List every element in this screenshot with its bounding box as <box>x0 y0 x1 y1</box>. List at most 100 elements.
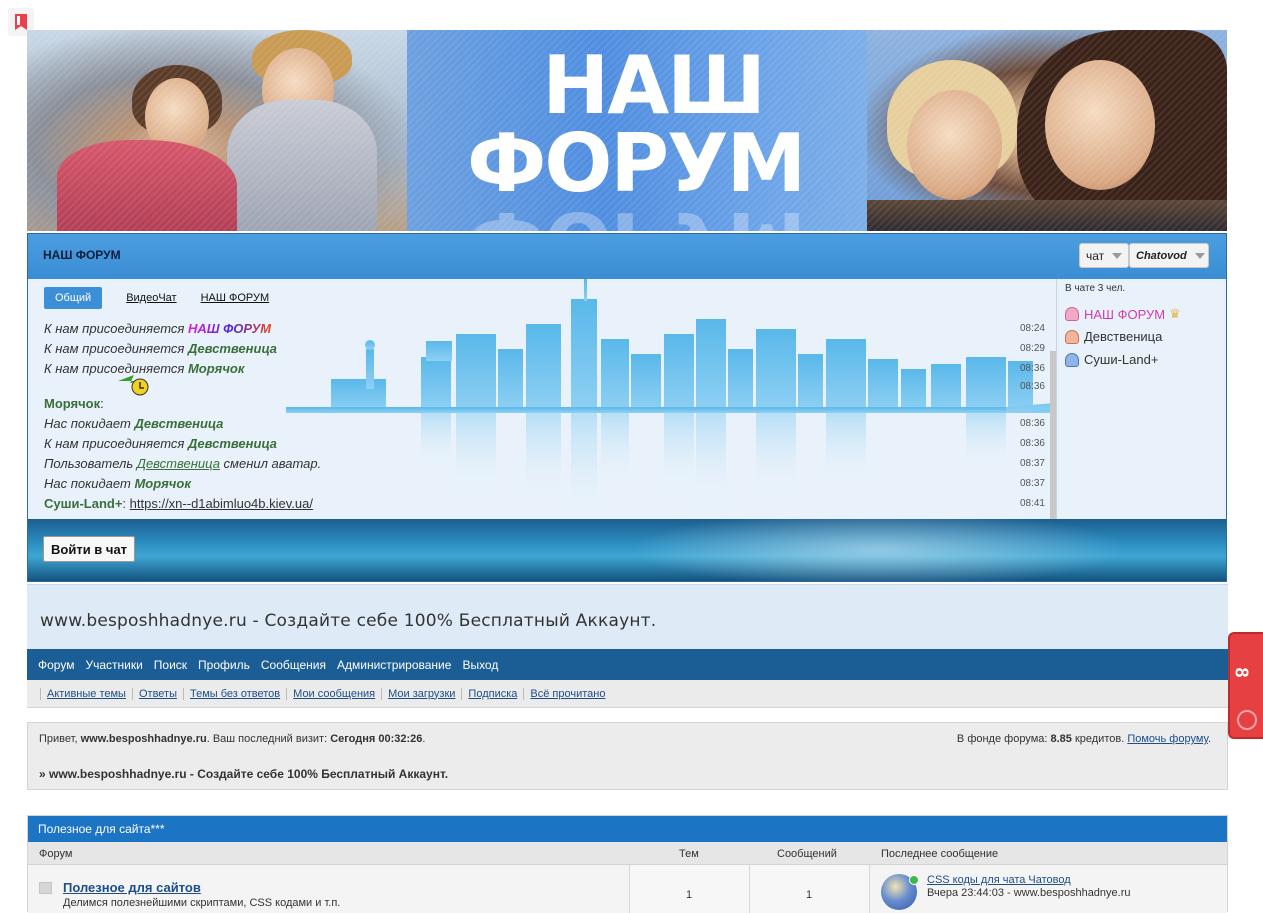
last-post-meta: Вчера 23:44:03 - www.besposhhadnye.ru <box>927 887 1131 899</box>
message-time: 08:36 <box>1019 381 1045 392</box>
chat-room-select[interactable]: чат <box>1079 243 1129 268</box>
last-visit-value: Сегодня 00:32:26 <box>330 733 423 745</box>
message-text: К нам присоединяется <box>44 436 188 451</box>
message-nick[interactable]: Морячок <box>188 361 244 376</box>
side-chat-widget[interactable]: 8 <box>1228 632 1263 739</box>
chat-header: НАШ ФОРУМ чат Chatovod <box>28 234 1226 279</box>
banner-title-reflection-text: ФОРУМ <box>467 194 804 231</box>
subnav-my-posts[interactable]: Мои сообщения <box>286 687 381 700</box>
message-text: сменил аватар. <box>219 456 322 471</box>
nav-forum[interactable]: Форум <box>38 658 74 672</box>
col-last-post: Последнее сообщение <box>881 848 999 860</box>
message-time: 08:36 <box>1019 438 1045 449</box>
message-text: К нам присоединяется <box>44 341 188 356</box>
message-nick[interactable]: Морячок <box>134 476 190 491</box>
chat-message: К нам присоединяется Морячок 08:36 <box>44 361 1045 376</box>
avatar[interactable] <box>881 874 919 910</box>
welcome-username: www.besposhhadnye.ru <box>80 733 207 745</box>
category-columns: Форум Тем Сообщений Последнее сообщение <box>28 842 1227 865</box>
chat-log[interactable]: Общий ВидеоЧат НАШ ФОРУМ К нам присоедин… <box>28 279 1056 519</box>
fund-unit: кредитов. <box>1071 733 1128 745</box>
nav-logout[interactable]: Выход <box>462 658 498 672</box>
chat-room-select-value: чат <box>1086 248 1105 263</box>
chat-message: Морячок: <box>44 396 1044 411</box>
banner-title-line1: НАШ <box>542 39 766 132</box>
message-time: 08:36 <box>1019 418 1045 429</box>
male-user-icon <box>1065 352 1079 367</box>
chat-body: Общий ВидеоЧат НАШ ФОРУМ К нам присоедин… <box>28 279 1226 519</box>
nav-profile[interactable]: Профиль <box>198 658 250 672</box>
chat-user-list: В чате 3 чел. НАШ ФОРУМ ♛ Девственица Су… <box>1056 279 1226 519</box>
subnav-subscriptions[interactable]: Подписка <box>461 687 523 700</box>
message-text: Нас покидает <box>44 476 135 491</box>
chat-user-name: Девственица <box>1084 329 1163 344</box>
welcome-panel: Привет, www.besposhhadnye.ru. Ваш послед… <box>27 722 1228 790</box>
message-text: К нам присоединяется <box>44 321 188 336</box>
subnav-unanswered[interactable]: Темы без ответов <box>182 687 286 700</box>
help-forum-link[interactable]: Помочь форуму <box>1127 733 1208 745</box>
last-visit-label: . Ваш последний визит: <box>206 733 331 745</box>
subnav-my-uploads[interactable]: Мои загрузки <box>381 687 461 700</box>
chat-message: Суши-Land+: https://xn--d1abimluo4b.kiev… <box>44 496 1045 511</box>
message-time: 08:37 <box>1019 478 1045 489</box>
message-time: 08:29 <box>1019 343 1045 354</box>
subnav-mark-read[interactable]: Всё прочитано <box>523 687 611 700</box>
chatovod-select[interactable]: Chatovod <box>1129 243 1209 268</box>
subnav-replies[interactable]: Ответы <box>131 687 183 700</box>
chevron-down-icon <box>1112 252 1123 259</box>
banner-title-line2: ФОРУМ <box>467 117 806 210</box>
fund-value: 8.85 <box>1050 733 1072 745</box>
message-text: : <box>100 396 104 411</box>
tab-nash-forum[interactable]: НАШ ФОРУМ <box>201 292 270 304</box>
nav-members[interactable]: Участники <box>85 658 142 672</box>
message-nick[interactable]: Девственица <box>188 436 277 451</box>
banner-title-reflection: ФОРУМ <box>467 194 804 231</box>
forum-description: Делимся полезнейшими скриптами, CSS кода… <box>63 897 341 909</box>
tab-general[interactable]: Общий <box>44 287 103 309</box>
chat-user[interactable]: НАШ ФОРУМ ♛ <box>1065 306 1181 322</box>
message-time: 08:41 <box>1019 498 1045 509</box>
col-posts: Сообщений <box>777 848 837 860</box>
message-link[interactable]: https://xn--d1abimluo4b.kiev.ua/ <box>130 496 313 511</box>
chat-message: Пользователь Девственица сменил аватар. … <box>44 456 1045 471</box>
last-post-topic-link[interactable]: CSS коды для чата Чатовод <box>927 874 1071 886</box>
message-nick[interactable]: Девственица <box>137 456 220 471</box>
message-nick[interactable]: Суши-Land+ <box>44 496 122 511</box>
chatovod-select-value: Chatovod <box>1136 249 1187 262</box>
message-text: Нас покидает <box>44 416 135 431</box>
nav-messages[interactable]: Сообщения <box>261 658 326 672</box>
chat-user[interactable]: Суши-Land+ <box>1065 352 1158 367</box>
nav-admin[interactable]: Администрирование <box>337 658 451 672</box>
chevron-down-icon <box>1194 252 1205 259</box>
welcome-text: Привет, www.besposhhadnye.ru. Ваш послед… <box>39 733 426 745</box>
chat-message: Нас покидает Морячок 08:37 <box>44 476 1045 491</box>
col-forum: Форум <box>39 848 73 860</box>
nav-search[interactable]: Поиск <box>154 658 187 672</box>
category-title: Полезное для сайта*** <box>28 816 1227 842</box>
female-user-icon <box>1065 329 1079 344</box>
message-time: 08:24 <box>1019 323 1045 334</box>
forum-name-link[interactable]: Полезное для сайтов <box>63 880 201 895</box>
message-text: Пользователь <box>44 456 137 471</box>
tab-videochat[interactable]: ВидеоЧат <box>126 292 176 304</box>
message-time: 08:36 <box>1019 363 1045 374</box>
forum-status-icon <box>39 882 52 894</box>
crown-icon: ♛ <box>1169 306 1181 321</box>
message-time: 08:37 <box>1019 458 1045 469</box>
message-nick[interactable]: Морячок <box>44 396 100 411</box>
message-nick[interactable]: Девственица <box>134 416 223 431</box>
message-nick[interactable]: Девственица <box>188 341 277 356</box>
chat-message: Нас покидает Девственица 08:36 <box>44 416 1045 431</box>
forum-topic-count: 1 <box>686 889 693 901</box>
chat-user-name: НАШ ФОРУМ <box>1084 306 1166 322</box>
subnav-active-topics[interactable]: Активные темы <box>40 687 132 700</box>
chat-user[interactable]: Девственица <box>1065 329 1162 344</box>
welcome-hello: Привет, <box>39 733 81 745</box>
chat-widget: НАШ ФОРУМ чат Chatovod Общий ВидеоЧат НА… <box>27 233 1227 582</box>
message-nick[interactable]: НАШ ФОРУМ <box>188 321 271 336</box>
enter-chat-button[interactable]: Войти в чат <box>43 536 136 562</box>
fund-label: В фонде форума: <box>956 733 1051 745</box>
forum-row: Полезное для сайтов Делимся полезнейшими… <box>28 865 1227 913</box>
col-topics: Тем <box>679 848 699 860</box>
message-text: : <box>122 496 130 511</box>
